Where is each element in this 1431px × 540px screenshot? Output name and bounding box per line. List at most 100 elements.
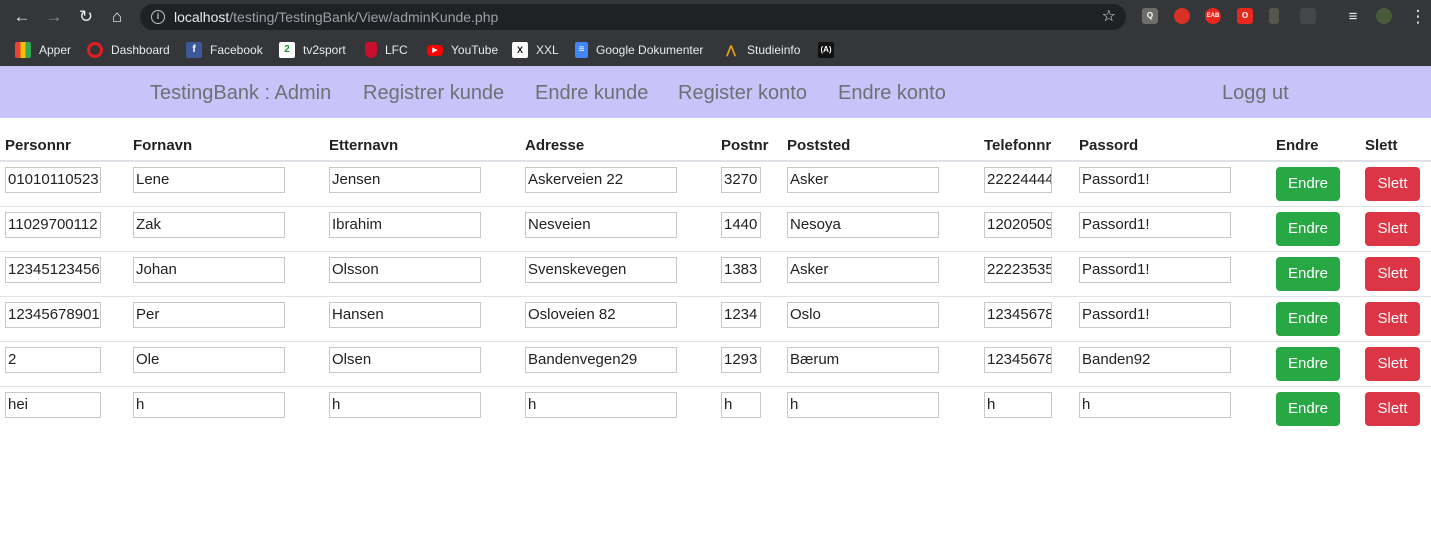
reload-icon[interactable]: ↻ — [76, 7, 96, 27]
header-fornavn: Fornavn — [133, 137, 193, 154]
edit-button[interactable]: Endre — [1276, 347, 1340, 381]
edit-button[interactable]: Endre — [1276, 302, 1340, 336]
etternavn-input[interactable]: Olsen — [329, 347, 481, 373]
adresse-input[interactable]: Askerveien 22 — [525, 167, 677, 193]
media-queue-icon[interactable]: ≡ — [1343, 7, 1363, 27]
personnr-input[interactable]: 12345123456 — [5, 257, 101, 283]
fornavn-input[interactable]: Per — [133, 302, 285, 328]
passord-input[interactable]: Passord1! — [1079, 302, 1231, 328]
fornavn-input[interactable]: Lene — [133, 167, 285, 193]
personnr-input[interactable]: 12345678901 — [5, 302, 101, 328]
bracket-a-icon: (A) — [818, 42, 834, 58]
bookmark-star-icon[interactable]: ☆ — [1102, 7, 1116, 27]
nav-logg-ut[interactable]: Logg ut — [1222, 81, 1289, 105]
fornavn-input[interactable]: Zak — [133, 212, 285, 238]
info-icon[interactable]: i — [151, 10, 165, 24]
postnr-input[interactable]: 1440 — [721, 212, 761, 238]
row-divider — [0, 206, 1431, 207]
etternavn-input[interactable]: Olsson — [329, 257, 481, 283]
address-bar[interactable]: i localhost/testing/TestingBank/View/adm… — [140, 4, 1126, 30]
personnr-input[interactable]: 2 — [5, 347, 101, 373]
profile-avatar[interactable] — [1376, 8, 1392, 24]
passord-input[interactable]: Passord1! — [1079, 167, 1231, 193]
edit-button[interactable]: Endre — [1276, 392, 1340, 426]
row-divider — [0, 386, 1431, 387]
nav-brand[interactable]: TestingBank : Admin — [150, 81, 331, 105]
url-text[interactable]: localhost/testing/TestingBank/View/admin… — [174, 9, 498, 25]
telefonnr-input[interactable]: 12345678 — [984, 347, 1052, 373]
fornavn-input[interactable]: Johan — [133, 257, 285, 283]
personnr-input[interactable]: hei — [5, 392, 101, 418]
personnr-input[interactable]: 01010110523 — [5, 167, 101, 193]
nav-register-konto[interactable]: Register konto — [678, 81, 807, 105]
etternavn-input[interactable]: Jensen — [329, 167, 481, 193]
forward-arrow-icon[interactable]: → — [44, 7, 64, 27]
poststed-input[interactable]: Bærum — [787, 347, 939, 373]
poststed-input[interactable]: h — [787, 392, 939, 418]
extension-o-icon[interactable]: O — [1237, 8, 1253, 24]
passord-input[interactable]: h — [1079, 392, 1231, 418]
header-etternavn: Etternavn — [329, 137, 399, 154]
edit-button[interactable]: Endre — [1276, 212, 1340, 246]
etternavn-input[interactable]: h — [329, 392, 481, 418]
etternavn-input[interactable]: Hansen — [329, 302, 481, 328]
delete-button[interactable]: Slett — [1365, 257, 1420, 291]
nav-endre-konto[interactable]: Endre konto — [838, 81, 946, 105]
bookmark-google-dokumenter[interactable]: ≡ Google Dokumenter — [575, 41, 703, 59]
delete-button[interactable]: Slett — [1365, 212, 1420, 246]
passord-input[interactable]: Passord1! — [1079, 257, 1231, 283]
bookmark-facebook[interactable]: f Facebook — [186, 41, 263, 59]
bookmark-tv2sport[interactable]: 2 tv2sport — [279, 41, 346, 59]
telefonnr-input[interactable]: 22223535 — [984, 257, 1052, 283]
fornavn-input[interactable]: h — [133, 392, 285, 418]
personnr-input[interactable]: 11029700112 — [5, 212, 101, 238]
telefonnr-input[interactable]: h — [984, 392, 1052, 418]
kebab-menu-icon[interactable]: ⋮ — [1408, 7, 1428, 27]
extension-red-icon[interactable] — [1174, 8, 1190, 24]
postnr-input[interactable]: 1293 — [721, 347, 761, 373]
poststed-input[interactable]: Asker — [787, 257, 939, 283]
extension-q-icon[interactable]: Q — [1142, 8, 1158, 24]
bookmark-apper[interactable]: Apper — [15, 41, 71, 59]
delete-button[interactable]: Slett — [1365, 347, 1420, 381]
postnr-input[interactable]: h — [721, 392, 761, 418]
poststed-input[interactable]: Nesoya — [787, 212, 939, 238]
adresse-input[interactable]: Nesveien — [525, 212, 677, 238]
delete-button[interactable]: Slett — [1365, 392, 1420, 426]
bookmark-xxl[interactable]: X XXL — [512, 41, 559, 59]
postnr-input[interactable]: 1234 — [721, 302, 761, 328]
passord-input[interactable]: Banden92 — [1079, 347, 1231, 373]
home-icon[interactable]: ⌂ — [107, 7, 127, 27]
edit-button[interactable]: Endre — [1276, 167, 1340, 201]
nav-endre-kunde[interactable]: Endre kunde — [535, 81, 648, 105]
adresse-input[interactable]: Svenskevegen — [525, 257, 677, 283]
extension-grey-icon[interactable] — [1269, 8, 1279, 24]
bookmark-studieinfo[interactable]: ⋀ Studieinfo — [723, 41, 800, 59]
header-slett: Slett — [1365, 137, 1398, 154]
facebook-icon: f — [186, 42, 202, 58]
delete-button[interactable]: Slett — [1365, 302, 1420, 336]
telefonnr-input[interactable]: 12020509 — [984, 212, 1052, 238]
edit-button[interactable]: Endre — [1276, 257, 1340, 291]
fornavn-input[interactable]: Ole — [133, 347, 285, 373]
adresse-input[interactable]: Bandenvegen29 — [525, 347, 677, 373]
bookmark-dashboard[interactable]: Dashboard — [87, 41, 170, 59]
etternavn-input[interactable]: Ibrahim — [329, 212, 481, 238]
passord-input[interactable]: Passord1! — [1079, 212, 1231, 238]
extension-eab-icon[interactable]: EAB — [1205, 8, 1221, 24]
back-arrow-icon[interactable]: ← — [12, 7, 32, 27]
poststed-input[interactable]: Oslo — [787, 302, 939, 328]
postnr-input[interactable]: 1383 — [721, 257, 761, 283]
adresse-input[interactable]: Osloveien 82 — [525, 302, 677, 328]
bookmark-bracket-a[interactable]: (A) — [818, 41, 842, 59]
postnr-input[interactable]: 3270 — [721, 167, 761, 193]
poststed-input[interactable]: Asker — [787, 167, 939, 193]
bookmark-lfc[interactable]: LFC — [365, 41, 408, 59]
delete-button[interactable]: Slett — [1365, 167, 1420, 201]
nav-registrer-kunde[interactable]: Registrer kunde — [363, 81, 504, 105]
bookmark-youtube[interactable]: ▶ YouTube — [427, 41, 498, 59]
telefonnr-input[interactable]: 12345678 — [984, 302, 1052, 328]
adresse-input[interactable]: h — [525, 392, 677, 418]
telefonnr-input[interactable]: 22224444 — [984, 167, 1052, 193]
extension-dark-icon[interactable] — [1300, 8, 1316, 24]
